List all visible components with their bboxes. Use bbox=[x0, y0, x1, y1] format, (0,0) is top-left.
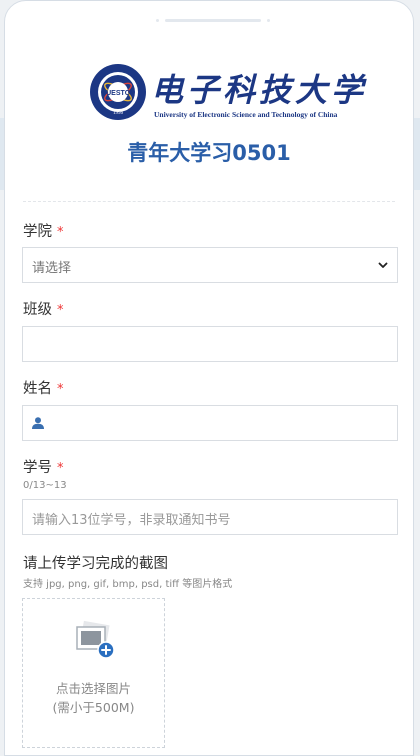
university-logo: UESTC 1956 电子科技大学 University of Electron… bbox=[89, 61, 363, 127]
upload-button-line2: (需小于500M) bbox=[52, 700, 135, 715]
name-input[interactable] bbox=[22, 405, 398, 441]
required-mark: * bbox=[57, 225, 64, 240]
seal-text: UESTC bbox=[106, 90, 130, 97]
name-label: 姓名 * bbox=[23, 377, 64, 398]
college-label: 学院 * bbox=[23, 220, 64, 241]
college-label-text: 学院 bbox=[23, 224, 52, 240]
device-notch bbox=[5, 18, 413, 24]
upload-label: 请上传学习完成的截图 bbox=[23, 556, 168, 572]
student-id-length-hint: 0/13~13 bbox=[23, 480, 67, 491]
seal-year: 1956 bbox=[113, 111, 124, 116]
university-name-cn: 电子科技大学 bbox=[151, 71, 368, 109]
college-select-value: 请选择 bbox=[32, 261, 72, 276]
required-mark: * bbox=[57, 461, 64, 476]
upload-format-hint: 支持 jpg, png, gif, bmp, psd, tiff 等图片格式 bbox=[23, 579, 233, 590]
header-divider bbox=[23, 201, 395, 202]
college-select[interactable]: 请选择 bbox=[22, 247, 398, 283]
page-header: UESTC 1956 电子科技大学 University of Electron… bbox=[5, 57, 413, 197]
page-title: 青年大学习0501 bbox=[127, 141, 291, 165]
required-mark: * bbox=[57, 382, 64, 397]
user-icon bbox=[32, 417, 44, 429]
student-id-placeholder: 请输入13位学号，非录取通知书号 bbox=[32, 513, 231, 528]
student-id-label-text: 学号 bbox=[23, 460, 52, 476]
notch-speaker bbox=[165, 19, 261, 22]
upload-button-line1: 点击选择图片 bbox=[55, 681, 131, 696]
class-input[interactable] bbox=[22, 326, 398, 362]
required-mark: * bbox=[57, 303, 64, 318]
university-name-en: University of Electronic Science and Tec… bbox=[154, 110, 338, 119]
upload-button-text: 点击选择图片 (需小于500M) bbox=[23, 679, 164, 717]
upload-image-button[interactable]: 点击选择图片 (需小于500M) bbox=[22, 598, 165, 748]
form-page: UESTC 1956 电子科技大学 University of Electron… bbox=[4, 0, 414, 756]
student-id-label: 学号 * bbox=[23, 456, 64, 477]
image-add-icon bbox=[76, 620, 115, 659]
chevron-down-icon bbox=[378, 262, 388, 268]
university-seal-icon: UESTC 1956 bbox=[90, 64, 146, 120]
class-label: 班级 * bbox=[23, 298, 64, 319]
notch-dot bbox=[267, 19, 270, 22]
notch-dot bbox=[156, 19, 159, 22]
class-label-text: 班级 bbox=[23, 302, 52, 318]
name-label-text: 姓名 bbox=[23, 381, 52, 397]
student-id-input[interactable]: 请输入13位学号，非录取通知书号 bbox=[22, 499, 398, 535]
